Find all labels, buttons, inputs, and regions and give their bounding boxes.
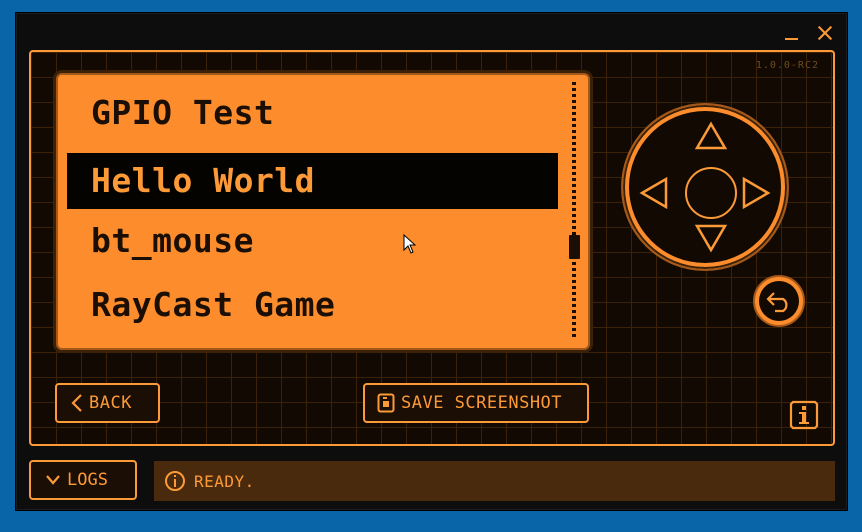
mouse-cursor-icon (403, 234, 417, 254)
dpad-down-icon[interactable] (694, 223, 728, 253)
menu-item[interactable]: GPIO Test (91, 93, 274, 132)
dpad-left-icon[interactable] (639, 176, 669, 210)
back-button-label: BACK (89, 393, 132, 413)
status-bar: READY. (154, 461, 835, 501)
device-back-button[interactable] (753, 275, 805, 327)
status-text: READY. (194, 471, 255, 491)
dpad-up-icon[interactable] (694, 121, 728, 151)
info-circle-icon (165, 471, 185, 491)
device-screen: GPIO Test Hello World bt_mouse RayCast G… (56, 73, 590, 350)
dpad-ok-button[interactable] (685, 167, 737, 219)
scrollbar-thumb[interactable] (569, 235, 580, 259)
version-label: 1.0.0-RC2 (755, 60, 819, 71)
close-icon[interactable] (815, 23, 835, 43)
back-button[interactable]: BACK (55, 383, 160, 423)
save-screenshot-button[interactable]: SAVE SCREENSHOT (363, 383, 589, 423)
menu-item[interactable]: RayCast Game (91, 285, 335, 324)
minimize-icon[interactable] (782, 23, 802, 43)
logs-button-label: LOGS (67, 470, 108, 490)
screenshot-icon (377, 393, 395, 413)
info-icon[interactable] (789, 400, 819, 430)
chevron-down-icon (46, 475, 60, 485)
save-screenshot-label: SAVE SCREENSHOT (401, 393, 563, 413)
dpad (621, 103, 789, 271)
chevron-left-icon (71, 394, 82, 412)
scrollbar-track[interactable] (571, 82, 577, 338)
return-arrow-icon (766, 292, 788, 313)
menu-item[interactable]: bt_mouse (91, 221, 254, 260)
logs-button[interactable]: LOGS (29, 460, 137, 500)
menu-item-selected[interactable]: Hello World (67, 153, 558, 209)
dpad-right-icon[interactable] (741, 176, 771, 210)
device-frame: 1.0.0-RC2 GPIO Test Hello World bt_mouse… (29, 50, 835, 446)
app-window: 1.0.0-RC2 GPIO Test Hello World bt_mouse… (15, 12, 848, 511)
